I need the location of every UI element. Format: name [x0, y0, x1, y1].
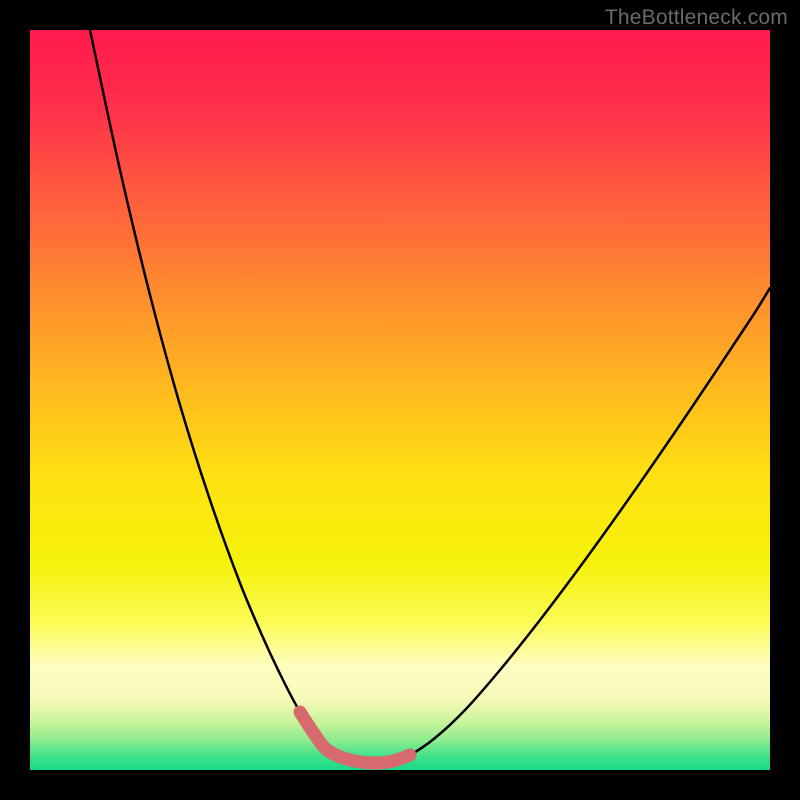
watermark-text: TheBottleneck.com [605, 6, 788, 30]
bottleneck-highlight [300, 712, 410, 763]
chart-frame: TheBottleneck.com [0, 0, 800, 800]
plot-area [30, 30, 770, 770]
bottleneck-curve [90, 30, 770, 763]
curve-layer [30, 30, 770, 770]
